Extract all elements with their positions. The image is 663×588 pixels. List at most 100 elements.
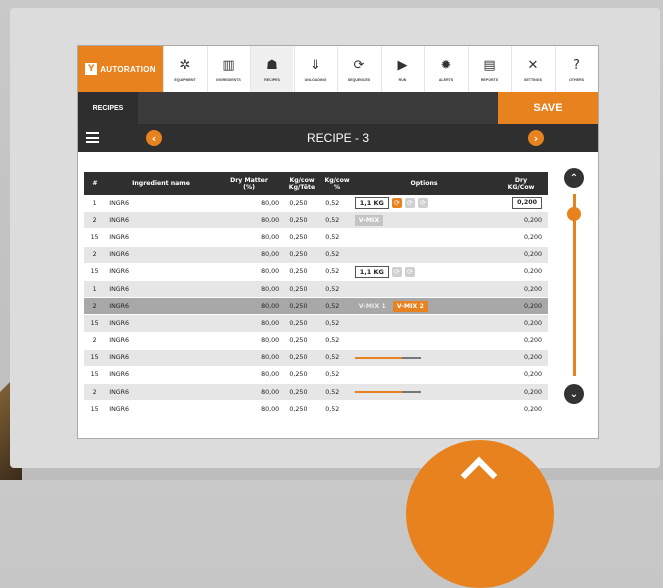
cycle-icon[interactable]: ⟳ bbox=[391, 266, 402, 277]
dry-kg-cow: 0,200 bbox=[494, 337, 548, 344]
nav-item-equipment[interactable]: ✲ EQUIPMENT bbox=[163, 46, 206, 92]
dry-matter: 80,00 bbox=[261, 268, 280, 276]
cycle-icon[interactable]: ⟳ bbox=[404, 266, 415, 277]
nav-item-others[interactable]: ? OTHERS bbox=[554, 46, 598, 92]
nav-item-ingredients[interactable]: ▥ INGREDIENTS bbox=[206, 46, 250, 92]
nav-item-sequences[interactable]: ⟳ SEQUENCES bbox=[337, 46, 380, 92]
nav-item-settings[interactable]: ✕ SETTINGS bbox=[511, 46, 554, 92]
ingredient-name: INGR6 bbox=[109, 199, 130, 207]
table-row[interactable]: 2 INGR6 80,00 0,250 0,52 V-MIX 1 V-MIX 2 0,200 bbox=[84, 298, 548, 316]
header-num: # bbox=[92, 180, 98, 187]
brand-logo[interactable]: Y AUTORATION bbox=[78, 46, 163, 92]
kg-cow-pct: 0,52 bbox=[325, 216, 340, 224]
tab-recipes[interactable]: RECIPES bbox=[78, 92, 138, 124]
dry-kg-value: 0,200 bbox=[523, 337, 542, 345]
row-number: 15 bbox=[90, 268, 99, 276]
nav-label: ALERTS bbox=[438, 77, 454, 82]
ingredient-name: INGR6 bbox=[109, 319, 130, 327]
kg-cow-pct: 0,52 bbox=[325, 371, 340, 379]
scroll-track[interactable] bbox=[573, 194, 576, 376]
dry-kg-cow: 0,200 bbox=[494, 268, 548, 275]
row-number: 2 bbox=[92, 216, 97, 224]
table-row[interactable]: 15 INGR6 80,00 0,250 0,52 0,200 bbox=[84, 401, 548, 419]
row-number: 2 bbox=[92, 251, 97, 259]
vertical-scrollbar[interactable]: ⌃ ⌄ bbox=[564, 168, 586, 404]
nav-label: RECIPES bbox=[264, 77, 280, 82]
scroll-thumb[interactable] bbox=[567, 207, 581, 222]
dry-matter: 80,00 bbox=[261, 233, 280, 241]
table-row[interactable]: 2 INGR6 80,00 0,250 0,52 0,200 bbox=[84, 332, 548, 350]
hamburger-menu-icon[interactable] bbox=[86, 132, 99, 143]
vmix-button[interactable]: V-MIX bbox=[354, 214, 384, 226]
dry-kg-value: 0,200 bbox=[523, 302, 542, 310]
nav-item-reports[interactable]: ▤ REPORTS bbox=[467, 46, 511, 92]
kg-cow: 0,250 bbox=[289, 388, 308, 396]
kg-input[interactable]: 1,1 KG bbox=[354, 265, 389, 278]
table-row[interactable]: 15 INGR6 80,00 0,250 0,52 1,1 KG ⟳ ⟳ 0,200 bbox=[84, 263, 548, 281]
next-recipe-button[interactable]: › bbox=[528, 130, 544, 146]
options-cell: 1,1 KG ⟳ ⟳ ⟳ bbox=[347, 197, 494, 210]
progress-bar bbox=[354, 356, 421, 359]
dry-matter: 80,00 bbox=[261, 405, 280, 413]
options-cell: V-MIX 1 V-MIX 2 bbox=[347, 300, 494, 312]
nav-item-alerts[interactable]: ✹ ALERTS bbox=[424, 46, 467, 92]
kg-cow-pct: 0,52 bbox=[325, 233, 340, 241]
vmix2-button[interactable]: V-MIX 2 bbox=[392, 300, 428, 312]
dry-matter: 80,00 bbox=[261, 319, 280, 327]
tools-icon: ✕ bbox=[527, 57, 539, 73]
vmix1-button[interactable]: V-MIX 1 bbox=[355, 301, 390, 312]
table-row[interactable]: 1 INGR6 80,00 0,250 0,52 1,1 KG ⟳ ⟳ ⟳ 0,200 bbox=[84, 195, 548, 213]
table-row[interactable]: 15 INGR6 80,00 0,250 0,52 0,200 bbox=[84, 349, 548, 367]
kg-cow: 0,250 bbox=[289, 285, 308, 293]
alert-icon: ✹ bbox=[440, 57, 452, 73]
kg-cow-pct: 0,52 bbox=[325, 354, 340, 362]
nav-label: SETTINGS bbox=[524, 77, 542, 82]
nav-item-run[interactable]: ▶ RUN bbox=[380, 46, 424, 92]
dry-matter: 80,00 bbox=[261, 285, 280, 293]
dry-kg-value: 0,200 bbox=[523, 371, 542, 379]
scroll-down-button[interactable]: ⌄ bbox=[564, 384, 584, 404]
cycle-icon[interactable]: ⟳ bbox=[417, 198, 428, 209]
kg-cow-pct: 0,52 bbox=[325, 388, 340, 396]
ingredient-name: INGR6 bbox=[109, 405, 130, 413]
dry-kg-cow: 0,200 bbox=[494, 320, 548, 327]
nav-item-recipes[interactable]: ☗ RECIPES bbox=[250, 46, 293, 92]
dry-matter: 80,00 bbox=[261, 199, 280, 207]
table-row[interactable]: 15 INGR6 80,00 0,250 0,52 0,200 bbox=[84, 366, 548, 385]
dry-kg-value[interactable]: 0,200 bbox=[512, 197, 542, 210]
table-row[interactable]: 1 INGR6 80,00 0,250 0,52 0,200 bbox=[84, 280, 548, 299]
dry-kg-value: 0,200 bbox=[523, 233, 542, 241]
kg-input[interactable]: 1,1 KG bbox=[354, 197, 389, 210]
kg-cow: 0,250 bbox=[289, 199, 308, 207]
kg-cow-pct: 0,52 bbox=[325, 199, 340, 207]
kg-cow-pct: 0,52 bbox=[325, 268, 340, 276]
row-number: 15 bbox=[90, 233, 99, 241]
scroll-up-button[interactable]: ⌃ bbox=[564, 168, 584, 188]
save-button[interactable]: SAVE bbox=[498, 92, 598, 124]
table-row[interactable]: 2 INGR6 80,00 0,250 0,52 V-MIX 0,200 bbox=[84, 212, 548, 230]
table-row[interactable]: 2 INGR6 80,00 0,250 0,52 0,200 bbox=[84, 384, 548, 402]
cycle-icon[interactable]: ⟳ bbox=[404, 198, 415, 209]
nav-item-unloading[interactable]: ⇓ UNLOADING bbox=[293, 46, 337, 92]
cycle-icon[interactable]: ⟳ bbox=[391, 198, 402, 209]
header-dry-kg-cow: Dry KG/Cow bbox=[507, 176, 535, 191]
table-row[interactable]: 15 INGR6 80,00 0,250 0,52 0,200 bbox=[84, 315, 548, 333]
nav-label: REPORTS bbox=[480, 77, 499, 82]
cooking-pot-icon: ☗ bbox=[266, 57, 278, 73]
ingredient-name: INGR6 bbox=[109, 388, 130, 396]
row-number: 15 bbox=[90, 354, 99, 362]
dry-kg-value: 0,200 bbox=[523, 268, 542, 276]
header-ingredient-name: Ingredient name bbox=[132, 180, 190, 187]
prev-recipe-button[interactable]: ‹ bbox=[146, 130, 162, 146]
dry-matter: 80,00 bbox=[261, 354, 280, 362]
ingredient-name: INGR6 bbox=[109, 285, 130, 293]
row-number: 2 bbox=[92, 388, 97, 396]
dry-kg-cow: 0,200 bbox=[494, 251, 548, 258]
ingredient-name: INGR6 bbox=[109, 354, 130, 362]
table-row[interactable]: 15 INGR6 80,00 0,250 0,52 0,200 bbox=[84, 229, 548, 247]
kg-cow: 0,250 bbox=[289, 268, 308, 276]
play-icon: ▶ bbox=[397, 57, 408, 73]
dry-kg-value: 0,200 bbox=[523, 216, 542, 224]
table-row[interactable]: 2 INGR6 80,00 0,250 0,52 0,200 bbox=[84, 246, 548, 264]
kg-cow-pct: 0,52 bbox=[325, 302, 340, 310]
